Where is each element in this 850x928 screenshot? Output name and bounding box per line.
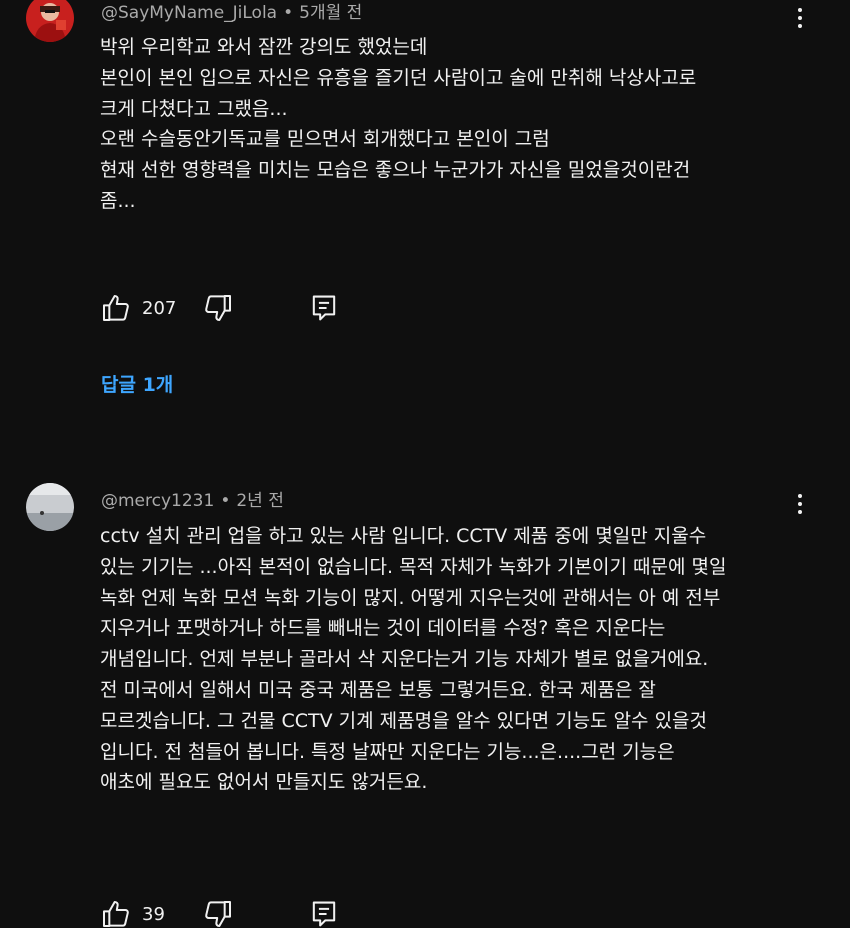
reply-button[interactable] bbox=[310, 898, 338, 928]
comment-actions: 39 bbox=[100, 896, 338, 928]
avatar-red-figure-icon bbox=[26, 0, 74, 42]
comment-body: cctv 설치 관리 업을 하고 있는 사람 입니다. CCTV 제품 중에 몇… bbox=[100, 521, 800, 798]
dislike-button[interactable] bbox=[202, 898, 234, 928]
dislike-button[interactable] bbox=[202, 292, 234, 324]
reply-comment-icon bbox=[310, 898, 338, 928]
comment-meta: @mercy1231 • 2년 전 bbox=[101, 486, 284, 511]
comment-text-line: 박위 우리학교 와서 잠깐 강의도 했었는데 bbox=[100, 36, 428, 58]
comment-text-line: 녹화 언제 녹화 모션 녹화 기능이 많지. 어떻게 지우는것에 관해서는 아 … bbox=[100, 586, 721, 609]
like-count: 39 bbox=[142, 903, 165, 925]
more-vert-icon[interactable] bbox=[788, 2, 812, 34]
avatar-gray-photo-icon bbox=[26, 483, 74, 531]
comment-time[interactable]: 2년 전 bbox=[236, 491, 284, 511]
thumbs-down-icon bbox=[202, 292, 234, 324]
thumbs-down-icon bbox=[202, 898, 234, 928]
like-button[interactable]: 207 bbox=[100, 292, 202, 324]
comment-text-line: 크게 다쳤다고 그랬음... bbox=[100, 97, 288, 120]
reply-comment-icon bbox=[310, 292, 338, 324]
comment-text-line: 본인이 본인 입으로 자신은 유흥을 즐기던 사람이고 술에 만취해 낙상사고로 bbox=[100, 66, 697, 89]
thumbs-up-icon bbox=[100, 292, 132, 324]
meta-separator: • bbox=[283, 3, 294, 23]
comment-body: 박위 우리학교 와서 잠깐 강의도 했었는데 본인이 본인 입으로 자신은 유흥… bbox=[100, 32, 800, 217]
comment-text-line: 입니다. 전 첨들어 봅니다. 특정 날짜만 지운다는 기능...은....그런… bbox=[100, 740, 675, 763]
author-name[interactable]: @SayMyName_JiLola bbox=[101, 3, 277, 23]
comment-text-line: 지우거나 포맷하거나 하드를 빼내는 것이 데이터를 수정? 혹은 지운다는 bbox=[100, 617, 666, 640]
comment-text-line: 좀... bbox=[100, 189, 136, 212]
avatar[interactable] bbox=[26, 0, 74, 42]
reply-button[interactable] bbox=[310, 292, 338, 324]
comment-text-line: 오랜 수슬동안기독교를 믿으면서 회개했다고 본인이 그럼 bbox=[100, 128, 550, 151]
avatar[interactable] bbox=[26, 483, 74, 531]
comment-text-line: 전 미국에서 일해서 미국 중국 제품은 보통 그렇거든요. 한국 제품은 잘 bbox=[100, 678, 656, 701]
comment-meta: @SayMyName_JiLola • 5개월 전 bbox=[101, 0, 362, 23]
replies-toggle[interactable]: 답글 1개 bbox=[101, 370, 173, 397]
comment-text-line: 애초에 필요도 없어서 만들지도 않거든요. bbox=[100, 771, 428, 794]
author-name[interactable]: @mercy1231 bbox=[101, 491, 214, 511]
comment-actions: 207 bbox=[100, 290, 338, 326]
like-count: 207 bbox=[142, 297, 177, 319]
comment-text-line: 개념입니다. 언제 부분나 골라서 삭 지운다는거 기능 자체가 별로 없을거에… bbox=[100, 648, 709, 671]
thumbs-up-icon bbox=[100, 898, 132, 928]
comment-text-line: 모르겟습니다. 그 건물 CCTV 기계 제품명을 알수 있다면 기능도 알수 … bbox=[100, 709, 708, 732]
comment-time[interactable]: 5개월 전 bbox=[299, 3, 362, 23]
meta-separator: • bbox=[220, 491, 231, 511]
like-button[interactable]: 39 bbox=[100, 898, 202, 928]
comment-text-line: 현재 선한 영향력을 미치는 모습은 좋으나 누군가가 자신을 밀었을것이란건 bbox=[100, 159, 691, 182]
comment-text-line: cctv 설치 관리 업을 하고 있는 사람 입니다. CCTV 제품 중에 몇… bbox=[100, 525, 707, 547]
more-vert-icon[interactable] bbox=[788, 488, 812, 520]
comment-text-line: 있는 기기는 ...아직 본적이 없습니다. 목적 자체가 녹화가 기본이기 때… bbox=[100, 555, 727, 578]
